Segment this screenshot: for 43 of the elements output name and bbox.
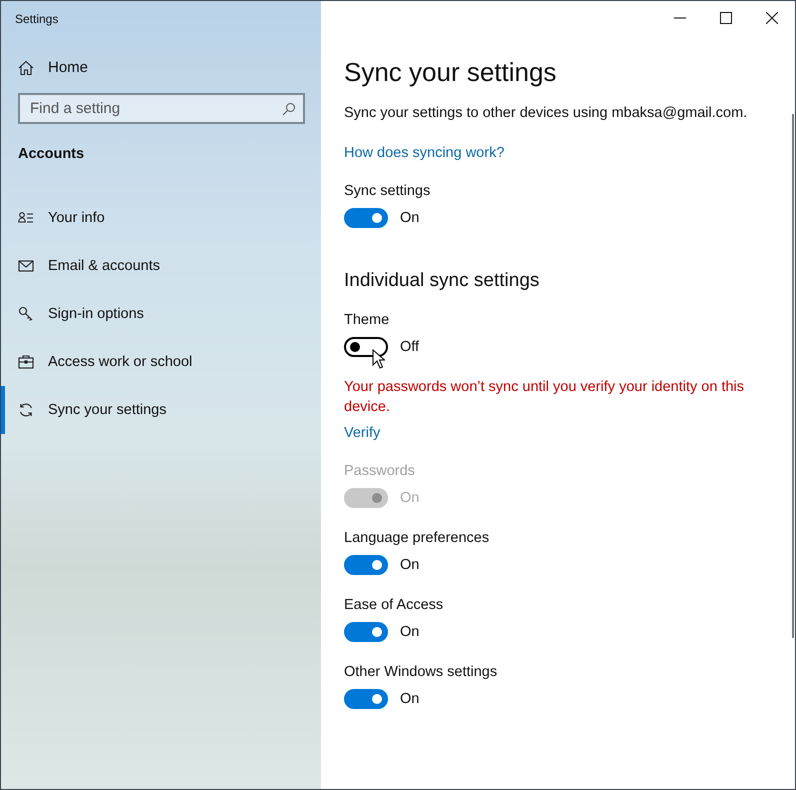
sidebar-item[interactable]: Access work or school — [1, 338, 321, 386]
scrollbar[interactable] — [792, 114, 794, 638]
section-heading: Individual sync settings — [344, 270, 540, 292]
toggle-state: On — [400, 624, 420, 640]
description-text: Sync your settings to other devices using mbaksa@gmail.com. — [344, 105, 748, 121]
sidebar-item[interactable]: Email & accounts — [1, 242, 321, 290]
sidebar-item[interactable]: Your info — [1, 194, 321, 242]
page-title: Sync your settings — [344, 57, 556, 88]
toggle-switch[interactable] — [344, 337, 388, 357]
verify-link[interactable]: Verify — [344, 425, 380, 441]
toggle-switch[interactable] — [344, 208, 388, 228]
toggle-state: On — [400, 490, 420, 506]
home-icon — [18, 60, 34, 76]
sidebar-item[interactable]: Sign-in options — [1, 290, 321, 338]
toggle-state: On — [400, 210, 420, 226]
toggle-switch[interactable] — [344, 689, 388, 709]
search-icon — [282, 102, 296, 116]
envelope-icon — [18, 258, 34, 274]
toggle-state: On — [400, 691, 420, 707]
sync-icon — [18, 402, 34, 418]
mouse-cursor-icon — [372, 349, 385, 369]
section-heading: Accounts — [18, 146, 84, 162]
minimize-icon — [674, 17, 686, 19]
toggle-label: Ease of Access — [344, 597, 444, 613]
toggle-state: On — [400, 557, 420, 573]
sidebar-item[interactable]: Sync your settings — [1, 386, 321, 434]
toggle-switch[interactable] — [344, 555, 388, 575]
toggle-label: Language preferences — [344, 530, 490, 546]
toggle-label: Theme — [344, 312, 390, 328]
warning-text: Your passwords won’t sync until you verify your identity on this device. — [344, 378, 746, 417]
briefcase-icon — [18, 354, 34, 370]
help-link[interactable]: How does syncing work? — [344, 145, 504, 161]
window-title: Settings — [15, 12, 58, 26]
toggle-label: Passwords — [344, 463, 415, 479]
toggle-label: Other Windows settings — [344, 664, 498, 680]
search-field[interactable]: Find a setting — [18, 93, 305, 124]
toggle-label: Sync settings — [344, 183, 430, 199]
home-link[interactable]: Home — [18, 59, 88, 76]
toggle-switch[interactable] — [344, 622, 388, 642]
toggle-state: Off — [400, 339, 420, 355]
close-icon — [766, 12, 778, 24]
key-icon — [18, 306, 34, 322]
maximize-icon — [720, 12, 732, 24]
